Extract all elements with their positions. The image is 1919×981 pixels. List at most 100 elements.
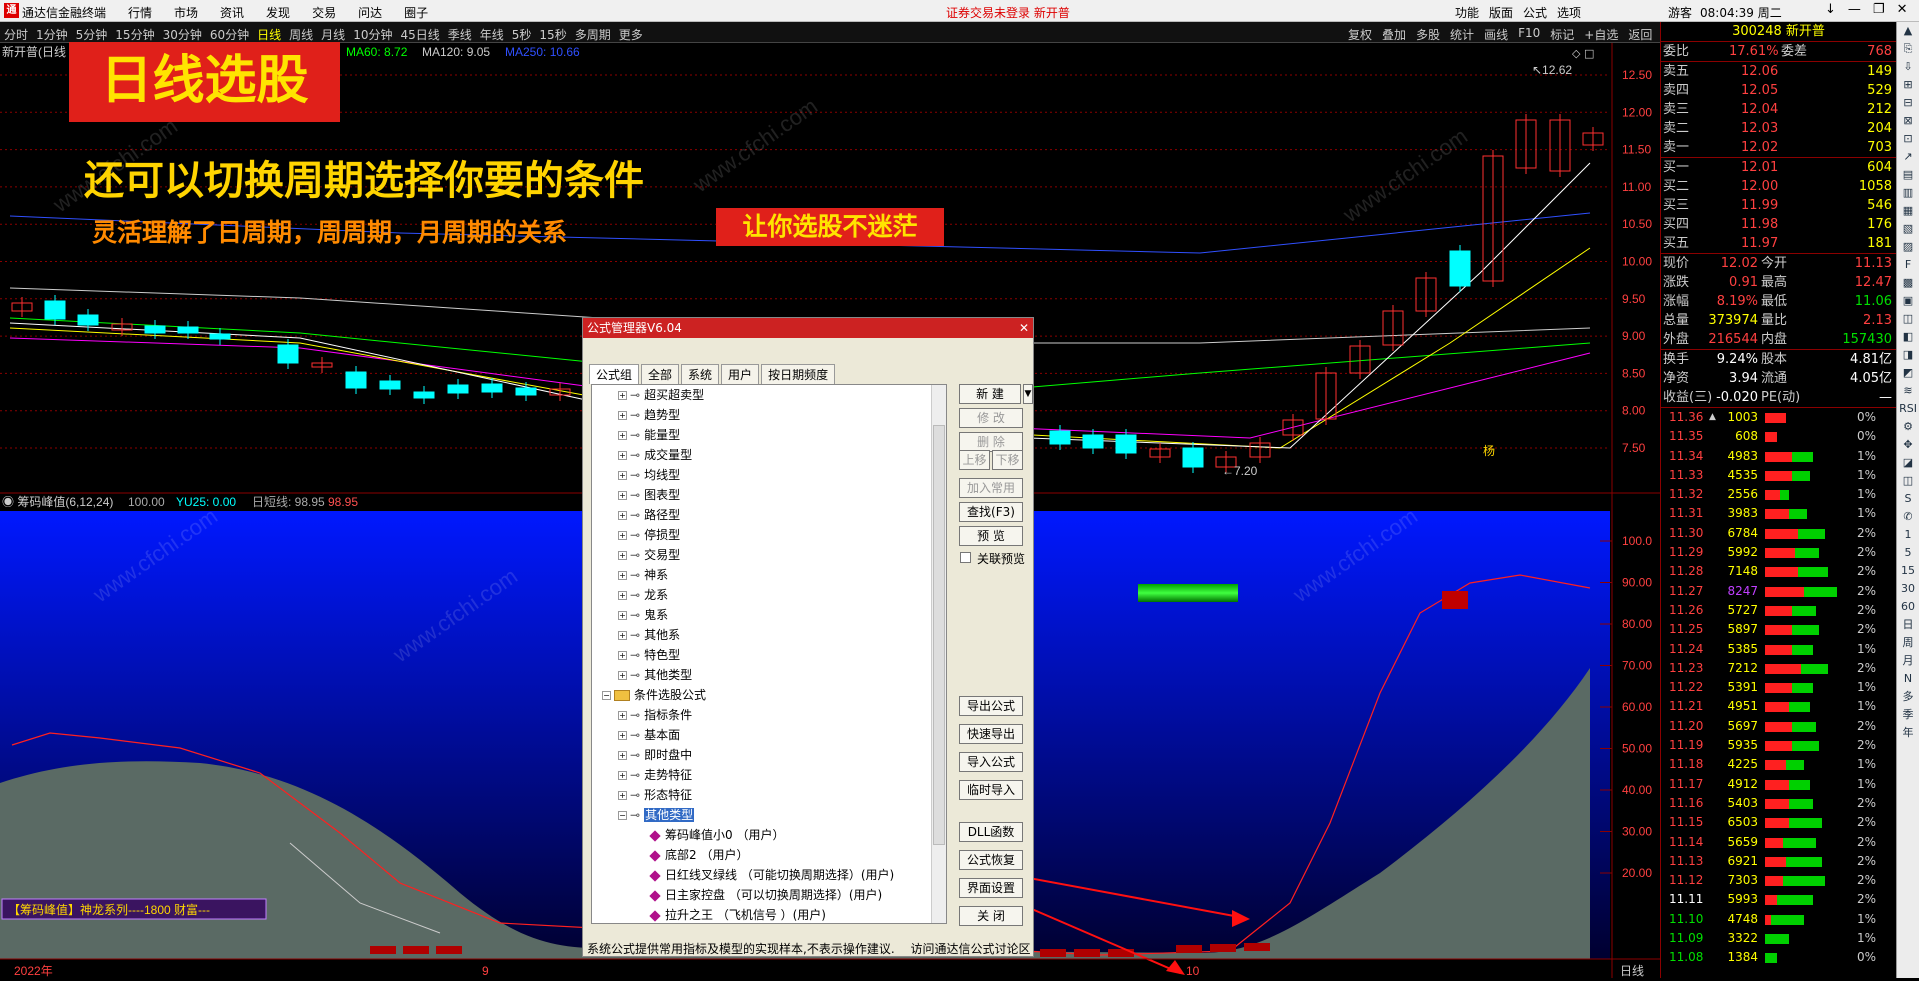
buy-row[interactable]: 买二 12.00 1058 <box>1661 177 1896 196</box>
candle-body[interactable] <box>515 387 537 396</box>
vtool-13[interactable]: F <box>1897 256 1919 274</box>
expand-icon[interactable]: + <box>618 631 627 640</box>
chart-tool-7[interactable]: +自选 <box>1584 26 1618 43</box>
vtool-6[interactable]: ⊡ <box>1897 130 1919 148</box>
menu-xuanxiang[interactable]: 选项 <box>1557 4 1581 21</box>
vtool-15[interactable]: ▣ <box>1897 292 1919 310</box>
price-volume-row[interactable]: 11.20 5697 2% <box>1661 717 1896 736</box>
formula-tree[interactable]: + ⊸ 超买超卖型 + ⊸ 趋势型 + ⊸ 能量型 + ⊸ 成交量型 + ⊸ 均线型 + ⊸ 图表型 + ⊸ 路径型 + ⊸… <box>591 384 947 924</box>
expand-icon[interactable]: + <box>618 451 627 460</box>
price-volume-row[interactable]: 11.30 6784 2% <box>1661 524 1896 543</box>
price-volume-row[interactable]: 11.13 6921 2% <box>1661 852 1896 871</box>
dll-function-button[interactable]: DLL函数 <box>959 822 1023 842</box>
period-12[interactable]: 年线 <box>480 26 504 43</box>
vtool-14[interactable]: ▩ <box>1897 274 1919 292</box>
formula-restore-button[interactable]: 公式恢复 <box>959 850 1023 870</box>
period-4[interactable]: 30分钟 <box>163 26 202 43</box>
tree-node[interactable]: + ⊸ 指标条件 <box>596 705 946 725</box>
chart-tool-4[interactable]: 画线 <box>1484 26 1508 43</box>
candle-body[interactable] <box>77 314 99 326</box>
expand-icon[interactable]: + <box>618 511 627 520</box>
tree-node[interactable]: 底部2 （用户） <box>596 845 946 865</box>
move-down-button[interactable]: 下移 <box>992 450 1023 470</box>
period-11[interactable]: 季线 <box>448 26 472 43</box>
vtool-23[interactable]: ✥ <box>1897 436 1919 454</box>
add-common-button[interactable]: 加入常用 <box>959 478 1023 498</box>
tree-node[interactable]: + ⊸ 神系 <box>596 565 946 585</box>
vtool-4[interactable]: ⊟ <box>1897 94 1919 112</box>
collapse-icon[interactable]: − <box>618 811 627 820</box>
sell-row[interactable]: 卖四 12.05 529 <box>1661 81 1896 100</box>
event-mark[interactable]: 杨 <box>1483 443 1495 458</box>
tab-system[interactable]: 系统 <box>681 364 720 384</box>
chart-option-icon[interactable]: ◇ □ <box>1572 47 1594 60</box>
sell-row[interactable]: 卖二 12.03 204 <box>1661 119 1896 138</box>
tree-node[interactable]: + ⊸ 形态特征 <box>596 785 946 805</box>
price-volume-row[interactable]: 11.33 4535 1% <box>1661 466 1896 485</box>
find-button[interactable]: 查找(F3) <box>959 502 1023 522</box>
price-volume-row[interactable]: 11.23 7212 2% <box>1661 659 1896 678</box>
price-volume-row[interactable]: 11.16 5403 2% <box>1661 794 1896 813</box>
vtool-34[interactable]: 周 <box>1897 634 1919 652</box>
price-volume-row[interactable]: 11.24 5385 1% <box>1661 640 1896 659</box>
vtool-16[interactable]: ◫ <box>1897 310 1919 328</box>
period-2[interactable]: 5分钟 <box>76 26 108 43</box>
minimize-to-tray-icon[interactable]: ↓ <box>1825 2 1836 17</box>
period-8[interactable]: 月线 <box>321 26 345 43</box>
tree-node[interactable]: + ⊸ 交易型 <box>596 545 946 565</box>
expand-icon[interactable]: + <box>618 611 627 620</box>
vtool-32[interactable]: 60 <box>1897 598 1919 616</box>
price-volume-row[interactable]: 11.28 7148 2% <box>1661 562 1896 581</box>
vtool-35[interactable]: 月 <box>1897 652 1919 670</box>
period-9[interactable]: 10分钟 <box>353 26 392 43</box>
indicator-name[interactable]: ◉ 筹码峰值(6,12,24) <box>2 494 113 509</box>
close-icon[interactable]: ✕ <box>1897 2 1908 17</box>
candle-body[interactable] <box>481 383 503 393</box>
tree-node[interactable]: + ⊸ 图表型 <box>596 485 946 505</box>
delete-button[interactable]: 删 除 <box>959 432 1023 452</box>
sell-row[interactable]: 卖三 12.04 212 <box>1661 100 1896 119</box>
candle-body[interactable] <box>1449 250 1471 287</box>
period-16[interactable]: 更多 <box>619 26 643 43</box>
period-10[interactable]: 45日线 <box>400 26 439 43</box>
period-15[interactable]: 多周期 <box>575 26 611 43</box>
period-7[interactable]: 周线 <box>289 26 313 43</box>
menu-faxian[interactable]: 发现 <box>266 4 290 21</box>
buy-row[interactable]: 买五 11.97 181 <box>1661 234 1896 253</box>
buy-row[interactable]: 买三 11.99 546 <box>1661 196 1896 215</box>
chart-tool-5[interactable]: F10 <box>1518 26 1540 43</box>
quick-export-button[interactable]: 快速导出 <box>959 724 1023 744</box>
candle-body[interactable] <box>144 325 166 334</box>
period-6[interactable]: 日线 <box>257 26 281 43</box>
expand-icon[interactable]: + <box>618 671 627 680</box>
tree-node[interactable]: + ⊸ 停损型 <box>596 525 946 545</box>
chart-tool-1[interactable]: 叠加 <box>1382 26 1406 43</box>
candle-body[interactable] <box>413 391 435 399</box>
candle-body[interactable] <box>345 371 367 389</box>
tree-scroll-thumb[interactable] <box>933 425 945 845</box>
sell-row[interactable]: 卖一 12.02 703 <box>1661 138 1896 157</box>
vtool-1[interactable]: ⎘ <box>1897 40 1919 58</box>
candle-body[interactable] <box>1115 434 1137 454</box>
price-volume-row[interactable]: 11.25 5897 2% <box>1661 620 1896 639</box>
vtool-27[interactable]: ✆ <box>1897 508 1919 526</box>
period-1[interactable]: 1分钟 <box>36 26 68 43</box>
minimize-icon[interactable]: — <box>1848 2 1861 17</box>
price-volume-row[interactable]: 11.19 5935 2% <box>1661 736 1896 755</box>
expand-icon[interactable]: + <box>618 491 627 500</box>
vtool-36[interactable]: N <box>1897 670 1919 688</box>
vtool-30[interactable]: 15 <box>1897 562 1919 580</box>
price-volume-row[interactable]: 11.27 8247 2% <box>1661 582 1896 601</box>
tree-node[interactable]: + ⊸ 其他类型 <box>596 665 946 685</box>
expand-icon[interactable]: + <box>618 711 627 720</box>
tree-node[interactable]: + ⊸ 趋势型 <box>596 405 946 425</box>
link-preview-checkbox[interactable] <box>960 552 971 563</box>
expand-icon[interactable]: + <box>618 651 627 660</box>
price-volume-row[interactable]: 11.14 5659 2% <box>1661 833 1896 852</box>
tab-by-date-frequency[interactable]: 按日期频度 <box>761 364 836 384</box>
vtool-20[interactable]: ≋ <box>1897 382 1919 400</box>
vtool-10[interactable]: ▦ <box>1897 202 1919 220</box>
price-volume-row[interactable]: 11.32 2556 1% <box>1661 485 1896 504</box>
price-volume-row[interactable]: 11.12 7303 2% <box>1661 871 1896 890</box>
expand-icon[interactable]: + <box>618 431 627 440</box>
